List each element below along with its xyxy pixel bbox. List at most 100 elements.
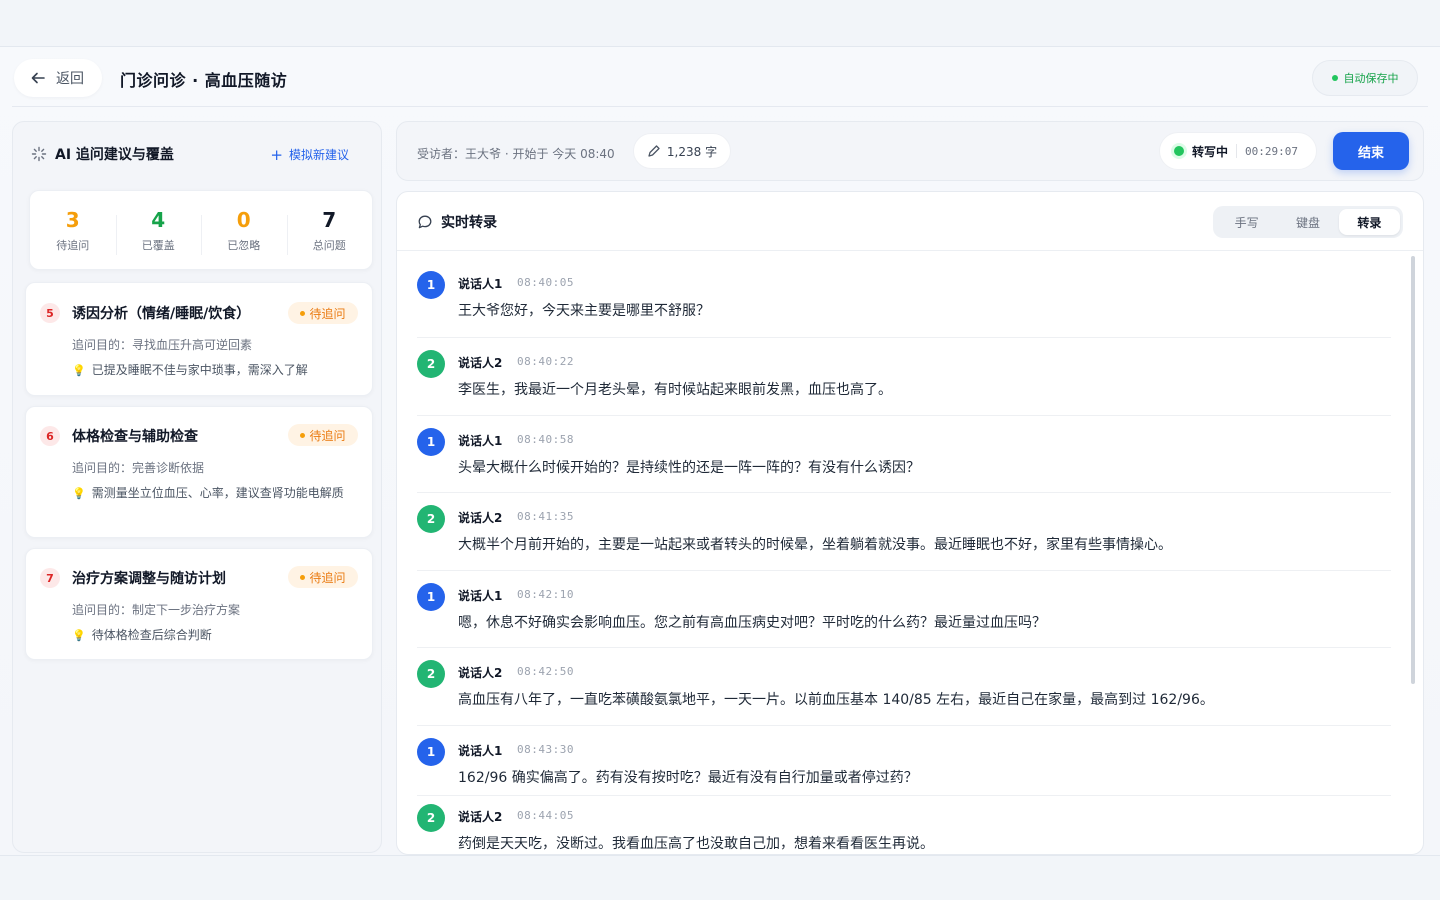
transcript-message: 2 说话人2 08:42:50 高血压有八年了，一直吃苯磺酸氨氯地平，一天一片。以前血…: [417, 658, 1391, 718]
stat-label: 待追问: [56, 239, 90, 252]
note-text: 需测量坐立位血压、心率，建议查肾功能电解质: [91, 486, 344, 500]
status-dot-icon: [300, 310, 306, 316]
simulate-suggestion-button[interactable]: + 模拟新建议: [270, 146, 349, 163]
transcript-message: 2 说话人2 08:40:22 李医生，我最近一个月老头晕，有时候站起来眼前发黑，血压…: [417, 348, 1391, 408]
divider: [397, 250, 1423, 251]
sparkle-icon: [31, 146, 47, 162]
stat-ignored: 0 已忽略: [201, 207, 287, 255]
message-timestamp: 08:42:50: [517, 665, 574, 678]
speaker-name: 说话人2: [458, 810, 503, 824]
stat-covered: 4 已覆盖: [115, 207, 202, 255]
end-session-button[interactable]: 结束: [1333, 132, 1409, 170]
back-button[interactable]: 返回: [14, 59, 102, 97]
message-timestamp: 08:42:10: [517, 588, 574, 601]
simulate-label: 模拟新建议: [288, 148, 349, 162]
status-dot-icon: [300, 432, 306, 438]
question-card[interactable]: 6 体格检查与辅助检查 待追问 追问目的：完善诊断依据 💡 需测量坐立位血压、心率…: [25, 406, 373, 538]
panel-title: AI 追问建议与覆盖: [55, 147, 174, 163]
message-divider: [417, 647, 1391, 648]
recording-timer: 00:29:07: [1245, 144, 1298, 158]
message-timestamp: 08:40:58: [517, 433, 574, 446]
page-title: 门诊问诊 · 高血压随访: [120, 71, 288, 90]
transcript-message: 1 说话人1 08:42:10 嗯，休息不好确实会影响血压。您之前有高血压病史对吧？平…: [417, 581, 1391, 641]
scrollbar[interactable]: [1411, 256, 1415, 684]
panel-header: AI 追问建议与覆盖: [31, 144, 174, 164]
badge-label: 待追问: [309, 428, 346, 443]
arrow-left-icon: [31, 72, 45, 84]
mode-transcribe-tab[interactable]: 转录: [1338, 209, 1400, 235]
autosave-label: 自动保存中: [1343, 72, 1399, 85]
transcript-message: 1 说话人1 08:43:30 162/96 确实偏高了。药有没有按时吃？最近有没有自…: [417, 736, 1391, 796]
message-text: 高血压有八年了，一直吃苯磺酸氨氯地平，一天一片。以前血压基本 140/85 左右…: [458, 692, 1214, 708]
session-bar: 受访者：王大爷 · 开始于 今天 08:40 1,238 字 转写中 00:29…: [396, 121, 1424, 181]
speaker-name: 说话人1: [458, 434, 503, 448]
question-number: 7: [40, 568, 60, 588]
stat-value: 0: [236, 208, 251, 232]
app-window: 返回 门诊问诊 · 高血压随访 自动保存中 AI 追问建议与覆盖 + 模拟新建议…: [0, 46, 1440, 856]
question-note: 💡 需测量坐立位血压、心率，建议查肾功能电解质: [72, 483, 352, 504]
speaker-name: 说话人2: [458, 356, 503, 370]
input-mode-switch: 手写 键盘 转录: [1213, 206, 1403, 238]
badge-label: 待追问: [309, 570, 346, 585]
chat-bubble-icon: [418, 215, 432, 229]
transcript-panel: 实时转录 手写 键盘 转录 1 说话人1 08:40:05 王大爷您好，今天来主要是哪…: [396, 191, 1424, 855]
coverage-stats: 3 待追问 4 已覆盖 0 已忽略 7 总问题: [29, 190, 373, 270]
question-note: 💡 待体格检查后综合判断: [72, 625, 362, 646]
speaker-name: 说话人1: [458, 277, 503, 291]
speaker-name: 说话人2: [458, 666, 503, 680]
speaker-name: 说话人1: [458, 589, 503, 603]
speaker-avatar: 1: [417, 583, 445, 611]
recording-dot-icon: [1174, 146, 1184, 156]
recording-label: 转写中: [1192, 144, 1229, 159]
stat-value: 3: [65, 208, 80, 232]
message-text: 药倒是天天吃，没断过。我看血压高了也没敢自己加，想着来看看医生再说。: [458, 836, 934, 852]
speaker-avatar: 1: [417, 738, 445, 766]
mode-keyboard-tab[interactable]: 键盘: [1277, 209, 1338, 235]
message-timestamp: 08:44:05: [517, 809, 574, 822]
message-text: 李医生，我最近一个月老头晕，有时候站起来眼前发黑，血压也高了。: [458, 382, 892, 398]
speaker-avatar: 1: [417, 428, 445, 456]
message-timestamp: 08:41:35: [517, 510, 574, 523]
note-text: 待体格检查后综合判断: [91, 628, 212, 642]
transcript-title: 实时转录: [441, 215, 497, 231]
stat-total: 7 总问题: [286, 207, 373, 255]
plus-icon: +: [270, 145, 283, 164]
speaker-avatar: 2: [417, 804, 445, 832]
stat-label: 总问题: [312, 239, 346, 252]
message-text: 王大爷您好，今天来主要是哪里不舒服？: [458, 303, 710, 319]
question-title: 治疗方案调整与随访计划: [72, 571, 226, 587]
message-divider: [417, 725, 1391, 726]
stat-value: 7: [322, 208, 337, 232]
message-timestamp: 08:40:05: [517, 276, 574, 289]
status-dot-icon: [1331, 75, 1338, 81]
question-number: 6: [40, 426, 60, 446]
question-number: 5: [40, 303, 60, 323]
message-text: 大概半个月前开始的，主要是一站起来或者转头的时候晕，坐着躺着就没事。最近睡眠也不…: [458, 537, 1172, 553]
page-header: 返回 门诊问诊 · 高血压随访 自动保存中: [12, 47, 1428, 107]
speaker-avatar: 2: [417, 350, 445, 378]
status-badge: 待追问: [288, 424, 358, 446]
message-timestamp: 08:43:30: [517, 743, 574, 756]
stat-value: 4: [151, 208, 166, 232]
message-divider: [417, 337, 1391, 338]
question-purpose: 追问目的：寻找血压升高可逆回素: [72, 338, 253, 352]
lightbulb-icon: 💡: [72, 487, 86, 500]
question-card[interactable]: 7 治疗方案调整与随访计划 待追问 追问目的：制定下一步治疗方案 💡 待体格检查后…: [25, 548, 373, 660]
speaker-name: 说话人1: [458, 744, 503, 758]
question-card[interactable]: 5 诱因分析（情绪/睡眠/饮食） 待追问 追问目的：寻找血压升高可逆回素 💡 已提…: [25, 282, 373, 396]
word-count-label: 1,238 字: [666, 144, 718, 159]
back-label: 返回: [56, 71, 84, 87]
stat-label: 已忽略: [227, 239, 261, 252]
pen-icon: [648, 145, 660, 157]
message-divider: [417, 795, 1391, 796]
message-divider: [417, 492, 1391, 493]
note-text: 已提及睡眠不佳与家中琐事，需深入了解: [91, 363, 308, 377]
status-dot-icon: [300, 574, 306, 580]
lightbulb-icon: 💡: [72, 364, 86, 377]
mode-handwrite-tab[interactable]: 手写: [1216, 209, 1277, 235]
stat-pending: 3 待追问: [30, 207, 116, 253]
message-divider: [417, 415, 1391, 416]
message-text: 162/96 确实偏高了。药有没有按时吃？最近有没有自行加量或者停过药？: [458, 770, 918, 786]
stat-label: 已覆盖: [141, 239, 175, 252]
status-badge: 待追问: [288, 566, 358, 588]
